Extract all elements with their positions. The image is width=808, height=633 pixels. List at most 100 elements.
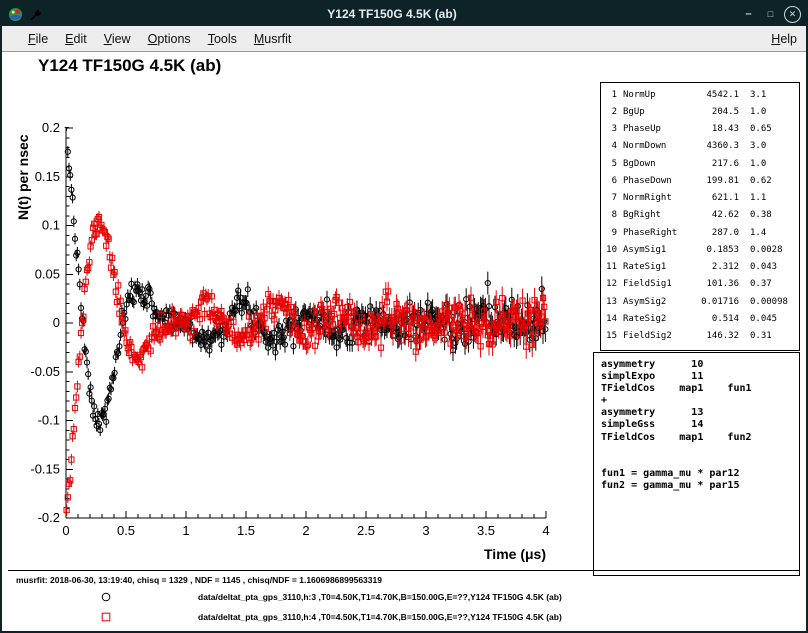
series-open-square	[64, 211, 548, 516]
param-val: 2.312	[685, 262, 739, 272]
legend-text: data/deltat_pta_gps_3110,h:3 ,T0=4.50K,T…	[198, 592, 562, 602]
y-tick-label: 0.2	[42, 120, 60, 135]
param-row-phaseup: 3PhaseUp18.430.65	[601, 121, 799, 138]
param-val: 4360.3	[685, 141, 739, 151]
theory-line: asymmetry 10	[601, 359, 799, 371]
param-row-bgright: 8 BgRight42.62 0.38	[601, 207, 799, 224]
menu-item-help[interactable]: Help	[771, 32, 797, 46]
param-name: FieldSig2	[623, 331, 685, 341]
param-val: 0.01716	[685, 297, 739, 307]
theory-line	[601, 444, 799, 456]
param-idx: 10	[601, 245, 617, 255]
param-row-ratesig2: 14 RateSig20.514 0.045	[601, 310, 799, 327]
x-tick-label: 0.5	[117, 523, 135, 538]
y-tick-label: 0	[53, 315, 60, 330]
menu-item-view[interactable]: View	[104, 32, 131, 46]
open-square-icon	[100, 611, 112, 623]
x-tick-label: 3.5	[477, 523, 495, 538]
menu-item-musrfit[interactable]: Musrfit	[254, 32, 292, 46]
param-row-asymsig2: 13AsymSig20.017160.00098	[601, 293, 799, 310]
menu-item-file[interactable]: File	[28, 32, 48, 46]
menu-item-tools[interactable]: Tools	[208, 32, 237, 46]
musrfit-app-icon	[7, 6, 23, 22]
x-tick-label: 1	[182, 523, 189, 538]
param-idx: 7	[601, 193, 617, 203]
theory-line: fun1 = gamma_mu * par12	[601, 468, 799, 480]
param-val: 146.32	[685, 331, 739, 341]
theory-line: +	[601, 395, 799, 407]
param-row-normright: 7NormRight621.11.1	[601, 190, 799, 207]
param-row-normup: 1NormUp4542.13.1	[601, 86, 799, 103]
hammer-icon	[28, 6, 44, 22]
param-val: 42.62	[685, 210, 739, 220]
open-circle-icon	[100, 591, 112, 603]
param-name: PhaseRight	[623, 228, 685, 238]
legend-row: data/deltat_pta_gps_3110,h:3 ,T0=4.50K,T…	[8, 588, 800, 606]
root-canvas: Y124 TF150G 4.5K (ab) -0.2-0.15-0.1-0.05…	[2, 52, 806, 633]
param-val: 204.5	[685, 107, 739, 117]
y-tick-label: 0.05	[35, 266, 60, 281]
param-row-bgdown: 5BgDown217.61.0	[601, 155, 799, 172]
y-tick-label: -0.2	[38, 510, 60, 525]
param-row-phasedown: 6PhaseDown199.810.62	[601, 172, 799, 189]
x-tick-label: 0	[62, 523, 69, 538]
param-idx: 14	[601, 314, 617, 324]
param-name: AsymSig1	[623, 245, 685, 255]
param-name: AsymSig2	[623, 297, 685, 307]
param-idx: 6	[601, 176, 617, 186]
param-err: 0.0028	[750, 245, 783, 255]
param-err: 0.38	[750, 210, 772, 220]
y-tick-label: 0.1	[42, 218, 60, 233]
param-err: 0.62	[750, 176, 772, 186]
param-idx: 15	[601, 331, 617, 341]
param-row-phaseright: 9PhaseRight287.01.4	[601, 224, 799, 241]
theory-line: simpleGss 14	[601, 419, 799, 431]
param-idx: 12	[601, 279, 617, 289]
parameter-box: 1NormUp4542.13.12BgUp204.51.03PhaseUp18.…	[600, 82, 800, 351]
maximize-icon[interactable]: □	[762, 6, 779, 23]
x-tick-label: 2	[302, 523, 309, 538]
theory-line: fun2 = gamma_mu * par15	[601, 480, 799, 492]
theory-line: asymmetry 13	[601, 407, 799, 419]
minimize-icon[interactable]: –	[740, 6, 757, 23]
theory-line: TFieldCos map1 fun2	[601, 432, 799, 444]
param-name: PhaseDown	[623, 176, 685, 186]
x-tick-label: 1.5	[237, 523, 255, 538]
x-tick-label: 2.5	[357, 523, 375, 538]
param-idx: 13	[601, 297, 617, 307]
param-idx: 3	[601, 124, 617, 134]
title-bar[interactable]: Y124 TF150G 4.5K (ab) – □ ✕	[2, 2, 806, 26]
series-open-circle	[64, 119, 548, 436]
close-icon[interactable]: ✕	[784, 6, 801, 23]
menu-item-edit[interactable]: Edit	[65, 32, 87, 46]
param-row-fieldsig1: 12FieldSig1101.360.37	[601, 276, 799, 293]
y-tick-label: 0.15	[35, 169, 60, 184]
theory-line: TFieldCos map1 fun1	[601, 383, 799, 395]
y-tick-label: -0.05	[30, 364, 60, 379]
param-name: RateSig1	[623, 262, 685, 272]
theory-box: asymmetry 10simplExpo 11TFieldCos map1 f…	[593, 352, 800, 576]
param-err: 0.043	[750, 262, 777, 272]
param-err: 0.65	[750, 124, 772, 134]
param-name: BgRight	[623, 210, 685, 220]
param-idx: 2	[601, 107, 617, 117]
legend-text: data/deltat_pta_gps_3110,h:4 ,T0=4.50K,T…	[198, 612, 562, 622]
param-val: 0.514	[685, 314, 739, 324]
param-idx: 4	[601, 141, 617, 151]
param-val: 621.1	[685, 193, 739, 203]
param-err: 0.31	[750, 331, 772, 341]
param-name: RateSig2	[623, 314, 685, 324]
param-name: NormDown	[623, 141, 685, 151]
param-row-normdown: 4NormDown4360.33.0	[601, 138, 799, 155]
menu-item-options[interactable]: Options	[148, 32, 191, 46]
param-idx: 8	[601, 210, 617, 220]
param-err: 1.0	[750, 107, 766, 117]
y-axis-title: N(t) per nsec	[15, 134, 31, 220]
param-idx: 5	[601, 159, 617, 169]
legend-row: data/deltat_pta_gps_3110,h:4 ,T0=4.50K,T…	[8, 608, 800, 626]
param-name: PhaseUp	[623, 124, 685, 134]
param-err: 0.045	[750, 314, 777, 324]
param-val: 101.36	[685, 279, 739, 289]
menu-bar: File Edit View Options Tools Musrfit Help	[2, 26, 806, 52]
plot-svg[interactable]: -0.2-0.15-0.1-0.0500.050.10.150.200.511.…	[2, 70, 602, 570]
